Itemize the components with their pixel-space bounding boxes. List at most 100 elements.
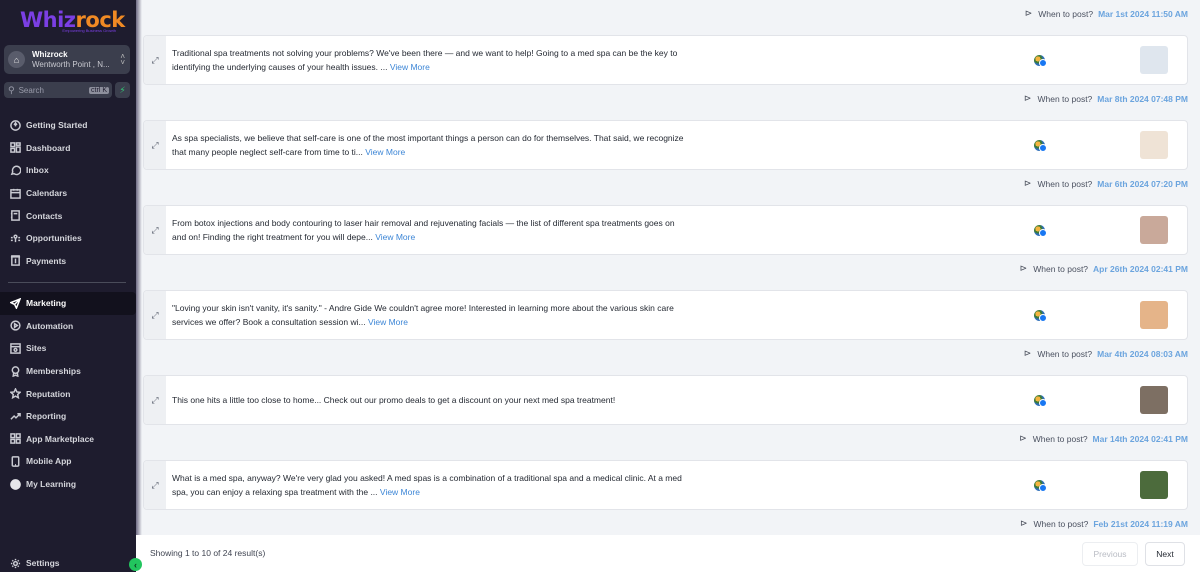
send-icon: ⊳ (1023, 348, 1032, 358)
post-date[interactable]: Feb 21st 2024 11:19 AM (1093, 519, 1188, 529)
when-to-post-row: ⊳ When to post? Mar 4th 2024 08:03 AM (1024, 348, 1188, 359)
sidebar-item-memberships[interactable]: Memberships (0, 360, 136, 383)
sidebar-item-label: Inbox (26, 165, 49, 176)
sidebar-item-label: Calendars (26, 188, 68, 199)
sidebar-item-mobile-app[interactable]: Mobile App (0, 450, 136, 473)
post-card[interactable]: ⤢ From botox injections and body contouri… (143, 205, 1188, 255)
chevron-left-icon: ‹ (134, 559, 137, 570)
search-shortcut: ctrl K (89, 86, 109, 94)
expand-icon[interactable]: ⤢ (144, 206, 166, 254)
post-date[interactable]: Mar 6th 2024 07:20 PM (1097, 179, 1188, 189)
expand-icon[interactable]: ⤢ (144, 461, 166, 509)
sidebar-item-automation[interactable]: Automation (0, 315, 136, 338)
sidebar-item-dashboard[interactable]: Dashboard (0, 137, 136, 160)
social-account-icon (1034, 395, 1047, 407)
post-date[interactable]: Mar 14th 2024 02:41 PM (1093, 434, 1188, 444)
sidebar-item-label: Getting Started (26, 120, 88, 131)
view-more-link[interactable]: View More (380, 487, 420, 497)
dashboard-icon (9, 142, 21, 154)
rocket-icon (9, 119, 21, 131)
search-input[interactable]: ⚲ Search ctrl K (4, 82, 112, 98)
location-icon: ⌂ (8, 51, 25, 68)
post-body: What is a med spa, anyway? We're very gl… (172, 472, 682, 498)
account-switcher[interactable]: ⌂ Whizrock Wentworth Point , N... ˄ ˅ (4, 45, 130, 74)
next-button[interactable]: Next (1145, 542, 1185, 566)
when-to-post-row: ⊳ When to post? Mar 14th 2024 02:41 PM (1019, 433, 1188, 444)
expand-icon[interactable]: ⤢ (144, 291, 166, 339)
post-date[interactable]: Mar 4th 2024 08:03 AM (1097, 349, 1188, 359)
sidebar-item-label: Dashboard (26, 142, 71, 153)
sidebar-item-contacts[interactable]: Contacts (0, 204, 136, 227)
sidebar-item-settings[interactable]: Settings (0, 552, 136, 572)
social-account-icon (1034, 140, 1047, 152)
post-thumbnail[interactable] (1140, 386, 1168, 414)
search-icon: ⚲ (8, 84, 15, 95)
view-more-link[interactable]: View More (390, 62, 430, 72)
view-more-link[interactable]: View More (365, 147, 405, 157)
post-date[interactable]: Apr 26th 2024 02:41 PM (1093, 264, 1188, 274)
post-card[interactable]: ⤢ As spa specialists, we believe that sel… (143, 120, 1188, 170)
post-thumbnail[interactable] (1140, 471, 1168, 499)
previous-button[interactable]: Previous (1082, 542, 1138, 566)
sidebar-item-payments[interactable]: Payments (0, 250, 136, 273)
send-icon (9, 297, 21, 309)
post-date[interactable]: Mar 8th 2024 07:48 PM (1097, 94, 1188, 104)
post-text: Traditional spa treatments not solving y… (172, 36, 687, 84)
sidebar-item-app-marketplace[interactable]: App Marketplace (0, 428, 136, 451)
calendar-icon (9, 187, 21, 199)
sidebar-divider (8, 282, 126, 283)
social-account-icon (1034, 225, 1047, 237)
expand-icon[interactable]: ⤢ (144, 376, 166, 424)
expand-icon[interactable]: ⤢ (144, 36, 166, 84)
when-to-post-label: When to post? (1032, 433, 1088, 444)
account-location: Wentworth Point , N... (32, 59, 110, 69)
lightning-icon: ⚡ (119, 84, 126, 95)
post-text: As spa specialists, we believe that self… (172, 121, 687, 169)
when-to-post-row: ⊳ When to post? Mar 6th 2024 07:20 PM (1024, 178, 1188, 189)
post-card[interactable]: ⤢ This one hits a little too close to hom… (143, 375, 1188, 425)
post-thumbnail[interactable] (1140, 46, 1168, 74)
post-card[interactable]: ⤢ What is a med spa, anyway? We're very g… (143, 460, 1188, 510)
sidebar-item-reputation[interactable]: Reputation (0, 382, 136, 405)
sidebar-item-calendars[interactable]: Calendars (0, 182, 136, 205)
when-to-post-label: When to post? (1037, 93, 1093, 104)
quick-action-button[interactable]: ⚡ (115, 82, 130, 98)
post-body: This one hits a little too close to home… (172, 394, 616, 405)
when-to-post-row: ⊳ When to post? Apr 26th 2024 02:41 PM (1020, 263, 1188, 274)
post-thumbnail[interactable] (1140, 131, 1168, 159)
expand-icon[interactable]: ⤢ (144, 121, 166, 169)
sidebar-item-label: Automation (26, 320, 74, 331)
sidebar-item-sites[interactable]: Sites (0, 337, 136, 360)
post-card[interactable]: ⤢ Traditional spa treatments not solving … (143, 35, 1188, 85)
nav-primary: Getting Started Dashboard Inbox Calendar… (0, 114, 136, 272)
contacts-icon (9, 210, 21, 222)
send-icon: ⊳ (1019, 518, 1028, 528)
sidebar-item-inbox[interactable]: Inbox (0, 159, 136, 182)
post-thumbnail[interactable] (1140, 301, 1168, 329)
opportunities-icon (9, 232, 21, 244)
post-card[interactable]: ⤢ "Loving your skin isn't vanity, it's sa… (143, 290, 1188, 340)
account-name: Whizrock (32, 49, 68, 59)
view-more-link[interactable]: View More (368, 317, 408, 327)
brand-logo[interactable]: Whizrock Empowering Business Growth (20, 8, 125, 36)
sidebar-item-marketing[interactable]: Marketing (0, 292, 136, 315)
grid-icon (9, 433, 21, 445)
when-to-post-label: When to post? (1038, 8, 1094, 19)
trend-icon (9, 410, 21, 422)
sidebar-item-label: Marketing (26, 298, 67, 309)
main-content: ⊳ When to post? Mar 1st 2024 11:50 AM ⤢ T… (136, 0, 1200, 572)
chevron-updown-icon: ˄ ˅ (120, 51, 125, 67)
sidebar: Whizrock Empowering Business Growth ⌂ Wh… (0, 0, 142, 572)
post-thumbnail[interactable] (1140, 216, 1168, 244)
sidebar-item-reporting[interactable]: Reporting (0, 405, 136, 428)
sidebar-item-my-learning[interactable]: My Learning (0, 473, 136, 496)
sidebar-item-getting-started[interactable]: Getting Started (0, 114, 136, 137)
sidebar-item-opportunities[interactable]: Opportunities (0, 227, 136, 250)
collapse-sidebar-button[interactable]: ‹ (129, 558, 142, 571)
post-date[interactable]: Mar 1st 2024 11:50 AM (1098, 9, 1188, 19)
send-icon: ⊳ (1019, 433, 1027, 443)
view-more-link[interactable]: View More (375, 232, 415, 242)
send-icon: ⊳ (1023, 93, 1032, 103)
sidebar-item-label: Memberships (26, 366, 81, 377)
sidebar-item-label: Sites (26, 343, 47, 354)
